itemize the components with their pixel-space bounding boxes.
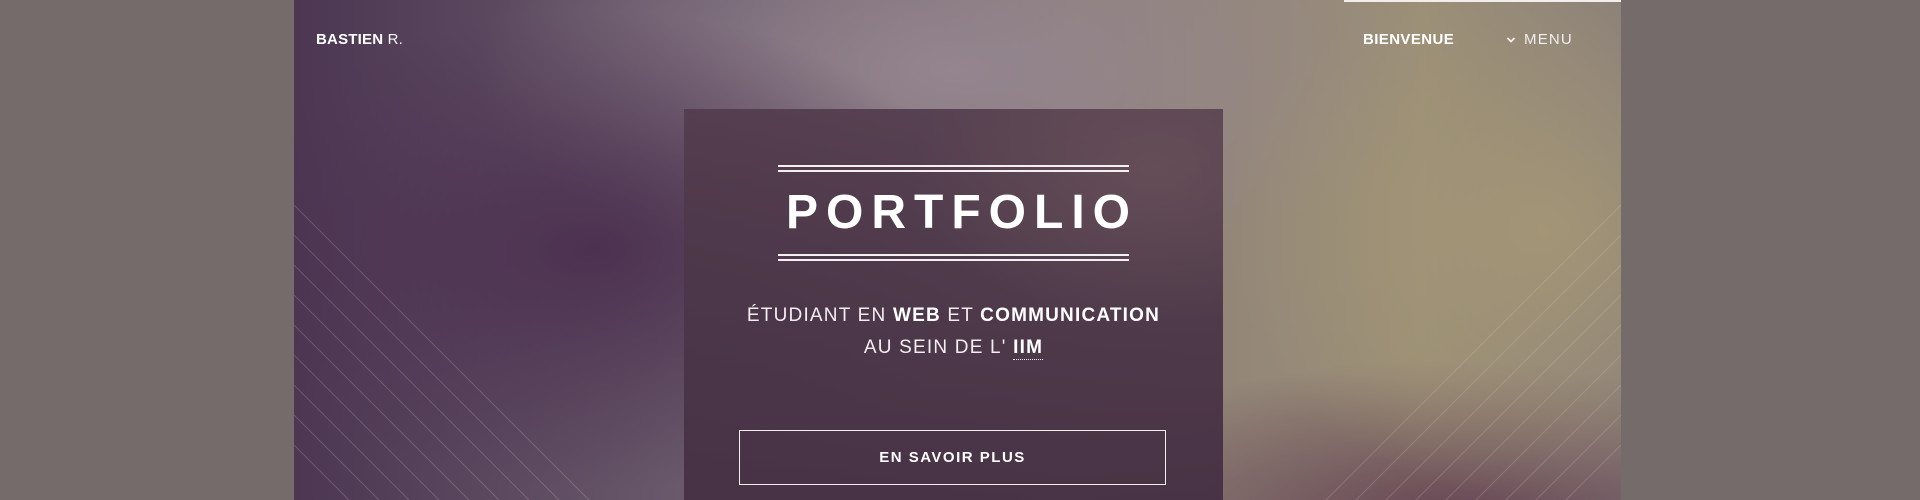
chevron-down-icon [1506,36,1516,44]
title-block: PORTFOLIO [778,165,1138,261]
active-nav-indicator [1344,0,1621,2]
brand-name: BASTIEN [316,31,384,48]
site-logo[interactable]: BASTIEN R. [316,31,403,48]
menu-label: MENU [1524,31,1573,48]
title-top-rule [778,165,1129,167]
hero-subtitle: ÉTUDIANT EN WEB ET COMMUNICATION AU SEIN… [684,300,1223,364]
brand-initial: R. [387,31,404,48]
subtitle-line-1: ÉTUDIANT EN WEB ET COMMUNICATION [746,305,1161,326]
iim-link[interactable]: IIM [1013,337,1044,360]
hero-banner: BASTIEN R. BIENVENUE MENU PORTFOLIO ÉTUD… [294,0,1621,500]
menu-button[interactable]: MENU [1506,31,1573,48]
page-title: PORTFOLIO [786,186,1138,239]
nav-link-bienvenue[interactable]: BIENVENUE [1363,31,1454,48]
intro-card: PORTFOLIO ÉTUDIANT EN WEB ET COMMUNICATI… [684,109,1223,500]
subtitle-line-2: AU SEIN DE L' IIM [863,337,1044,360]
title-bottom-rule [778,254,1129,256]
learn-more-button[interactable]: EN SAVOIR PLUS [739,430,1166,485]
